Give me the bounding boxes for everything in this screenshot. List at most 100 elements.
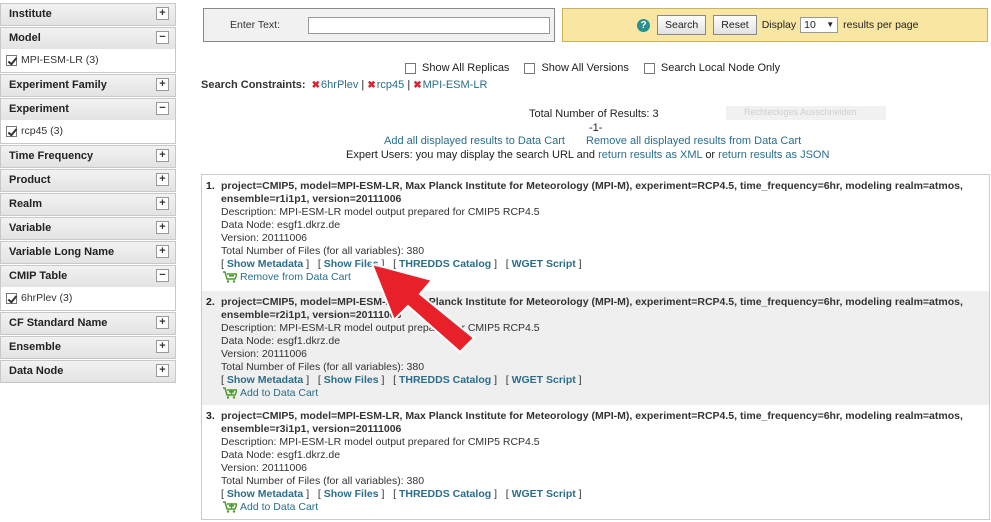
show-files-link[interactable]: Show Files	[324, 488, 379, 500]
collapse-icon[interactable]: −	[156, 102, 169, 115]
constraint-label[interactable]: MPI-ESM-LR	[423, 79, 488, 91]
cart-label[interactable]: Add to Data Cart	[240, 387, 318, 399]
remove-constraint-icon[interactable]: ✖	[413, 80, 421, 91]
facet-header[interactable]: Time Frequency +	[1, 146, 175, 167]
constraint-rcp45[interactable]: ✖rcp45	[367, 79, 404, 91]
add-all-label[interactable]: Add all displayed results to Data Cart	[384, 135, 565, 147]
collapse-icon[interactable]: −	[156, 269, 169, 282]
facet-model[interactable]: Model − MPI-ESM-LR (3)	[0, 27, 176, 73]
expand-icon[interactable]: +	[156, 364, 169, 377]
wget-script-link[interactable]: WGET Script	[512, 488, 576, 500]
facet-experiment-family[interactable]: Experiment Family +	[0, 74, 176, 97]
cart-remove-icon	[223, 271, 237, 283]
wget-script-link[interactable]: WGET Script	[512, 258, 576, 270]
cart-label[interactable]: Add to Data Cart	[240, 501, 318, 513]
facet-header[interactable]: CF Standard Name +	[1, 313, 175, 334]
thredds-catalog-link[interactable]: THREDDS Catalog	[399, 374, 491, 386]
result-version: Version: 20111006	[221, 232, 308, 244]
facet-option[interactable]: MPI-ESM-LR (3)	[1, 49, 175, 72]
facet-header[interactable]: Data Node +	[1, 361, 175, 382]
facet-header[interactable]: Experiment Family +	[1, 75, 175, 96]
expand-icon[interactable]: +	[156, 7, 169, 20]
facet-header[interactable]: Product +	[1, 170, 175, 191]
facet-header[interactable]: Variable +	[1, 218, 175, 239]
help-icon[interactable]: ?	[637, 18, 650, 32]
result-data-node: Data Node: esgf1.dkrz.de	[221, 449, 341, 461]
cart-label[interactable]: Remove from Data Cart	[240, 271, 351, 283]
facet-title: Data Node	[9, 365, 64, 377]
expand-icon[interactable]: +	[156, 316, 169, 329]
facet-header[interactable]: CMIP Table −	[1, 266, 175, 287]
facet-header[interactable]: Experiment −	[1, 99, 175, 120]
json-link[interactable]: return results as JSON	[718, 149, 829, 161]
facet-option[interactable]: rcp45 (3)	[1, 120, 175, 143]
expand-icon[interactable]: +	[156, 197, 169, 210]
facet-header[interactable]: Variable Long Name +	[1, 242, 175, 263]
checkbox-checked-icon[interactable]	[6, 292, 17, 304]
search-input[interactable]	[308, 16, 550, 34]
option-show-versions[interactable]: Show All Versions	[524, 62, 629, 74]
red-arrow-icon	[370, 262, 476, 354]
add-to-cart-link[interactable]: Add to Data Cart	[223, 501, 318, 513]
thredds-catalog-link[interactable]: THREDDS Catalog	[399, 488, 491, 500]
add-all-cart-link[interactable]: Add all displayed results to Data Cart	[384, 135, 565, 147]
collapse-icon[interactable]: −	[156, 31, 169, 44]
add-to-cart-link[interactable]: Add to Data Cart	[223, 387, 318, 399]
checkbox-icon[interactable]	[405, 62, 416, 74]
facet-time-frequency[interactable]: Time Frequency +	[0, 145, 176, 168]
show-metadata-link[interactable]: Show Metadata	[227, 258, 303, 270]
constraint-6hrplev[interactable]: ✖6hrPlev	[312, 79, 359, 91]
expand-icon[interactable]: +	[156, 78, 169, 91]
show-files-link[interactable]: Show Files	[324, 374, 379, 386]
facet-ensemble[interactable]: Ensemble +	[0, 336, 176, 359]
checkbox-icon[interactable]	[643, 62, 655, 74]
result-number: 2.	[206, 296, 215, 308]
checkbox-checked-icon[interactable]	[6, 125, 17, 137]
option-show-replicas[interactable]: Show All Replicas	[405, 62, 509, 74]
result-item: 1. project=CMIP5, model=MPI-ESM-LR, Max …	[202, 175, 989, 291]
expert-users-line: Expert Users: you may display the search…	[346, 149, 829, 161]
page-indicator[interactable]: -1-	[589, 122, 602, 134]
expand-icon[interactable]: +	[156, 340, 169, 353]
reset-button[interactable]: Reset	[713, 15, 757, 35]
results-per-page-select[interactable]: 10 ▼	[800, 17, 839, 33]
facet-header[interactable]: Ensemble +	[1, 337, 175, 358]
show-metadata-link[interactable]: Show Metadata	[227, 488, 303, 500]
facet-institute[interactable]: Institute +	[0, 3, 176, 26]
remove-all-label[interactable]: Remove all displayed results from Data C…	[586, 135, 801, 147]
checkbox-icon[interactable]	[524, 62, 536, 74]
facet-sidebar: Institute + Model − MPI-ESM-LR (3) Experim…	[0, 3, 176, 384]
expand-icon[interactable]: +	[156, 245, 169, 258]
cart-add-icon	[223, 501, 237, 513]
option-local-node[interactable]: Search Local Node Only	[643, 62, 780, 74]
facet-variable[interactable]: Variable +	[0, 217, 176, 240]
facet-cmip-table[interactable]: CMIP Table − 6hrPlev (3)	[0, 265, 176, 311]
chevron-down-icon: ▼	[826, 20, 835, 29]
constraint-mpi-esm-lr[interactable]: ✖MPI-ESM-LR	[413, 79, 487, 91]
wget-script-link[interactable]: WGET Script	[512, 374, 576, 386]
show-metadata-link[interactable]: Show Metadata	[227, 374, 303, 386]
facet-realm[interactable]: Realm +	[0, 193, 176, 216]
search-button[interactable]: Search	[657, 15, 707, 35]
expand-icon[interactable]: +	[156, 221, 169, 234]
remove-constraint-icon[interactable]: ✖	[367, 80, 375, 91]
expand-icon[interactable]: +	[156, 149, 169, 162]
remove-from-cart-link[interactable]: Remove from Data Cart	[223, 271, 351, 283]
facet-experiment[interactable]: Experiment − rcp45 (3)	[0, 98, 176, 144]
checkbox-checked-icon[interactable]	[6, 54, 17, 66]
facet-product[interactable]: Product +	[0, 169, 176, 192]
constraint-label[interactable]: rcp45	[377, 79, 405, 91]
expand-icon[interactable]: +	[156, 173, 169, 186]
constraint-label[interactable]: 6hrPlev	[321, 79, 358, 91]
facet-header[interactable]: Realm +	[1, 194, 175, 215]
facet-header[interactable]: Model −	[1, 28, 175, 49]
facet-header[interactable]: Institute +	[1, 4, 175, 25]
facet-variable-long-name[interactable]: Variable Long Name +	[0, 241, 176, 264]
xml-link[interactable]: return results as XML	[598, 149, 702, 161]
facet-cf-standard-name[interactable]: CF Standard Name +	[0, 312, 176, 335]
remove-all-cart-link[interactable]: Remove all displayed results from Data C…	[586, 135, 801, 147]
remove-constraint-icon[interactable]: ✖	[312, 80, 320, 91]
facet-data-node[interactable]: Data Node +	[0, 360, 176, 383]
result-item: 2. project=CMIP5, model=MPI-ESM-LR, Max …	[202, 291, 989, 405]
facet-option[interactable]: 6hrPlev (3)	[1, 287, 175, 310]
